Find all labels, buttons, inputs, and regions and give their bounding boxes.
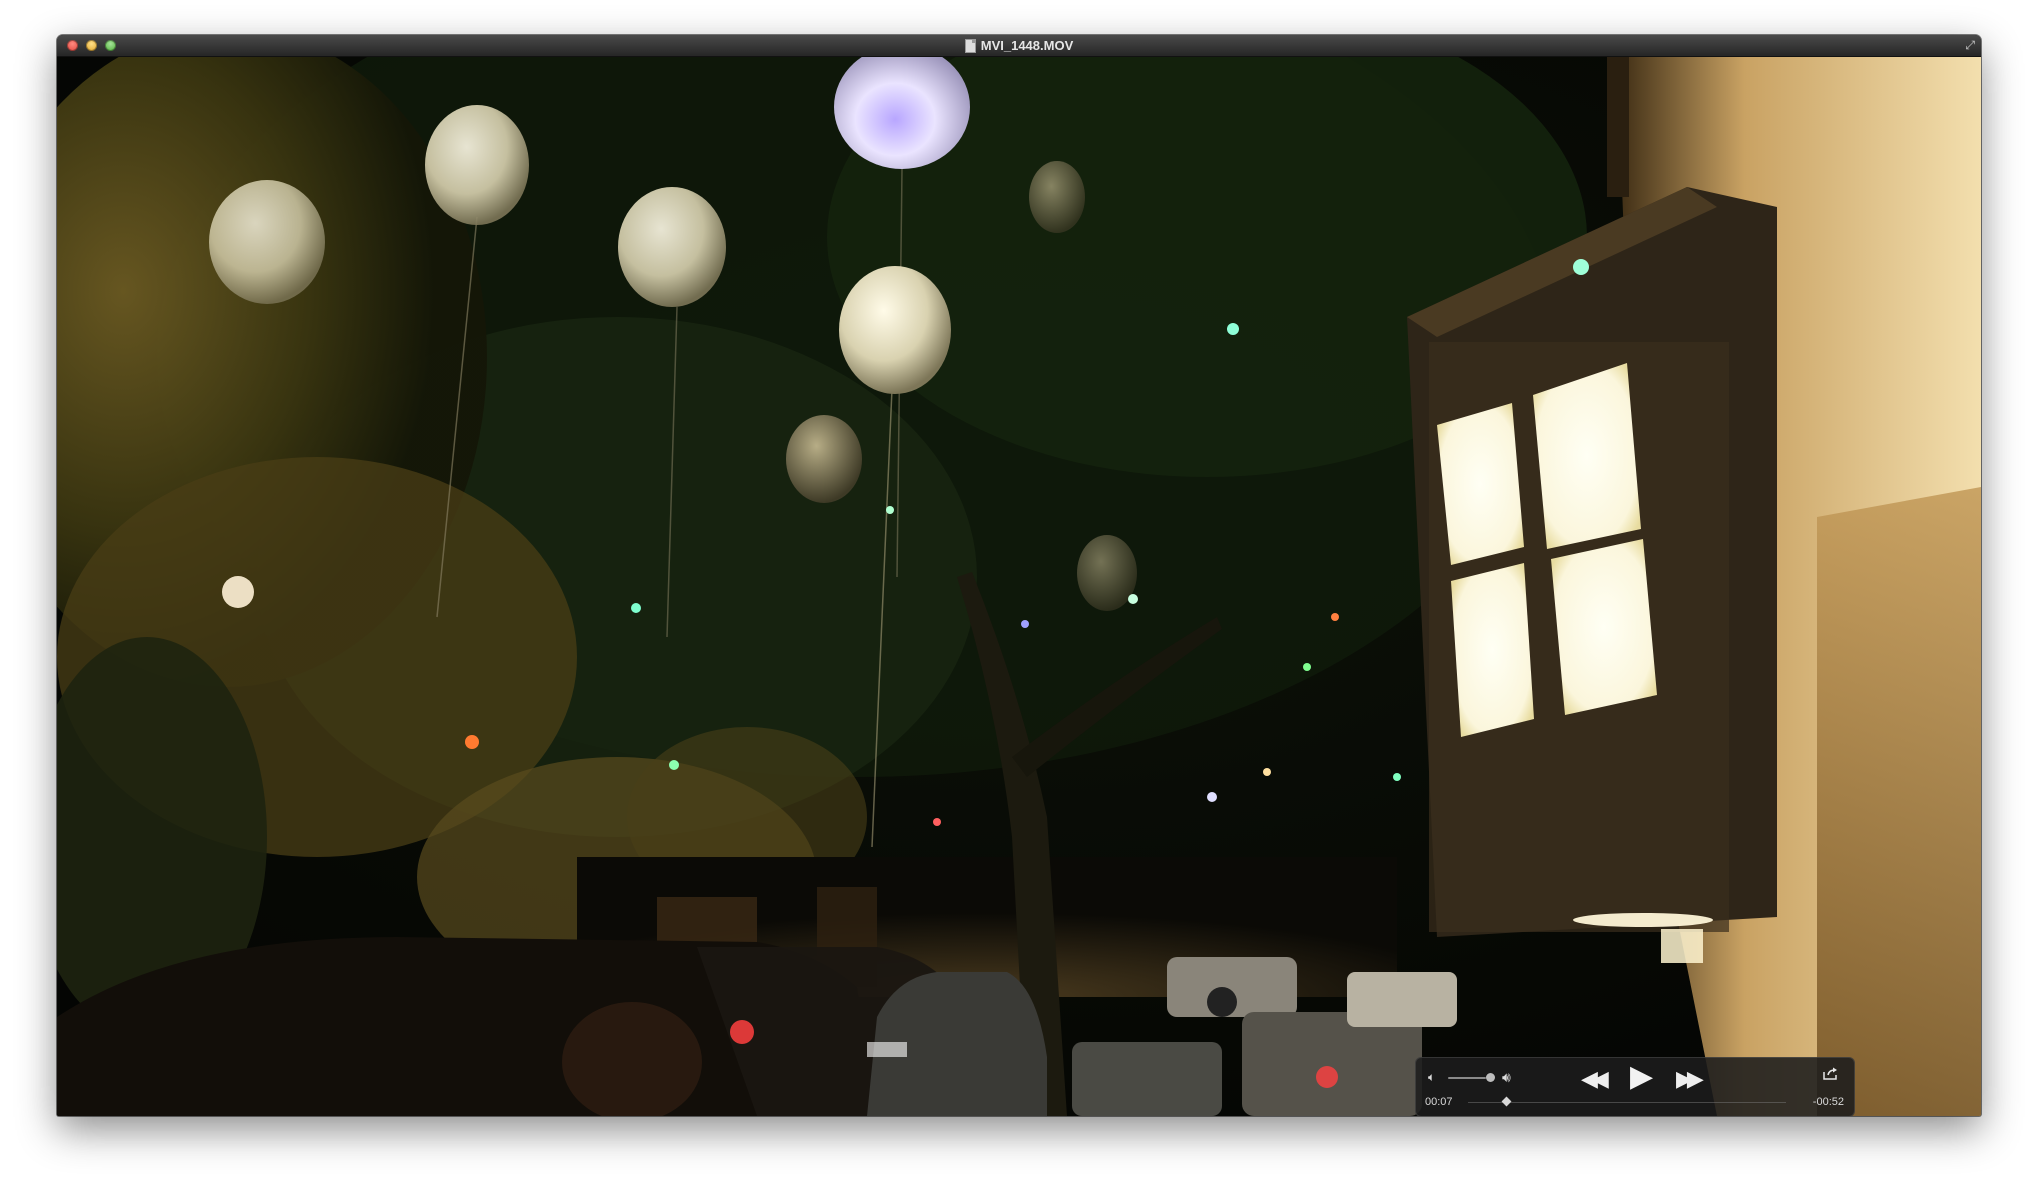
window-title-text: MVI_1448.MOV (980, 38, 1074, 53)
player-window: MVI_1448.MOV ⤢ 🔈︎ 🔊︎ ◀◀ ▶ ▶▶ 00:07 -00:5… (57, 35, 1981, 1116)
volume-knob[interactable] (1486, 1073, 1495, 1082)
close-icon[interactable] (67, 40, 78, 51)
video-frame[interactable] (57, 57, 1981, 1116)
playback-controls: 🔈︎ 🔊︎ ◀◀ ▶ ▶▶ 00:07 -00:52 (1415, 1057, 1855, 1116)
fullscreen-icon[interactable]: ⤢ (1965, 38, 1975, 53)
elapsed-time: 00:07 (1425, 1096, 1453, 1108)
parked-cars (57, 937, 1457, 1116)
speaker-low-icon[interactable]: 🔈︎ (1428, 1070, 1435, 1085)
titlebar[interactable]: MVI_1448.MOV ⤢ (57, 35, 1981, 57)
minimize-icon[interactable] (86, 40, 97, 51)
window-title: MVI_1448.MOV (964, 38, 1074, 53)
document-icon (964, 38, 976, 53)
window-controls (67, 40, 116, 51)
volume-slider[interactable] (1448, 1077, 1486, 1079)
play-icon[interactable]: ▶ (1630, 1062, 1653, 1092)
speaker-high-icon[interactable]: 🔊︎ (1502, 1069, 1511, 1086)
fast-forward-icon[interactable]: ▶▶ (1676, 1066, 1704, 1092)
scrubber-track[interactable] (1468, 1102, 1786, 1103)
wall-lantern (1407, 187, 1777, 963)
playhead[interactable] (1501, 1096, 1512, 1107)
remaining-time: -00:52 (1812, 1096, 1844, 1108)
rewind-icon[interactable]: ◀◀ (1581, 1066, 1609, 1092)
zoom-icon[interactable] (105, 40, 116, 51)
share-icon[interactable] (1823, 1067, 1838, 1080)
video-scene (57, 57, 1981, 1116)
